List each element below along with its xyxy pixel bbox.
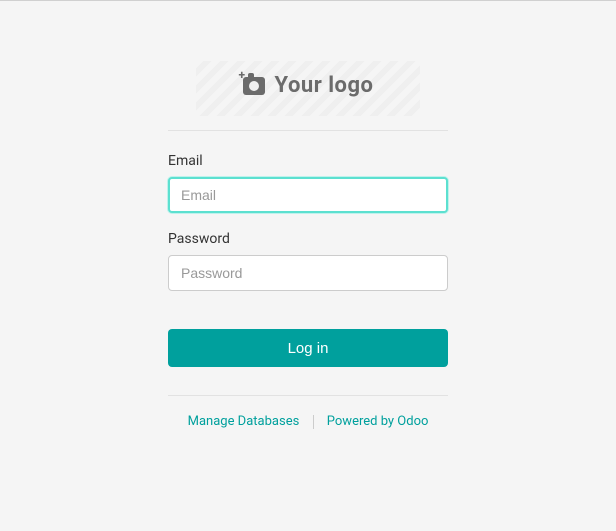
password-field[interactable] [168,255,448,291]
email-label: Email [168,153,448,169]
login-button[interactable]: Log in [168,329,448,367]
separator [313,415,314,429]
logo-text: Your logo [275,73,374,98]
footer-links: Manage Databases Powered by Odoo [168,414,448,429]
email-field[interactable] [168,177,448,213]
divider [168,130,448,131]
email-group: Email [168,153,448,213]
logo-placeholder[interactable]: + Your logo [196,61,420,116]
manage-databases-link[interactable]: Manage Databases [188,414,300,429]
powered-by-link[interactable]: Powered by Odoo [327,414,429,429]
password-group: Password [168,231,448,291]
password-label: Password [168,231,448,247]
camera-upload-icon: + [243,77,265,95]
divider [168,395,448,396]
login-container: + Your logo Email Password Log in Manage… [168,61,448,429]
